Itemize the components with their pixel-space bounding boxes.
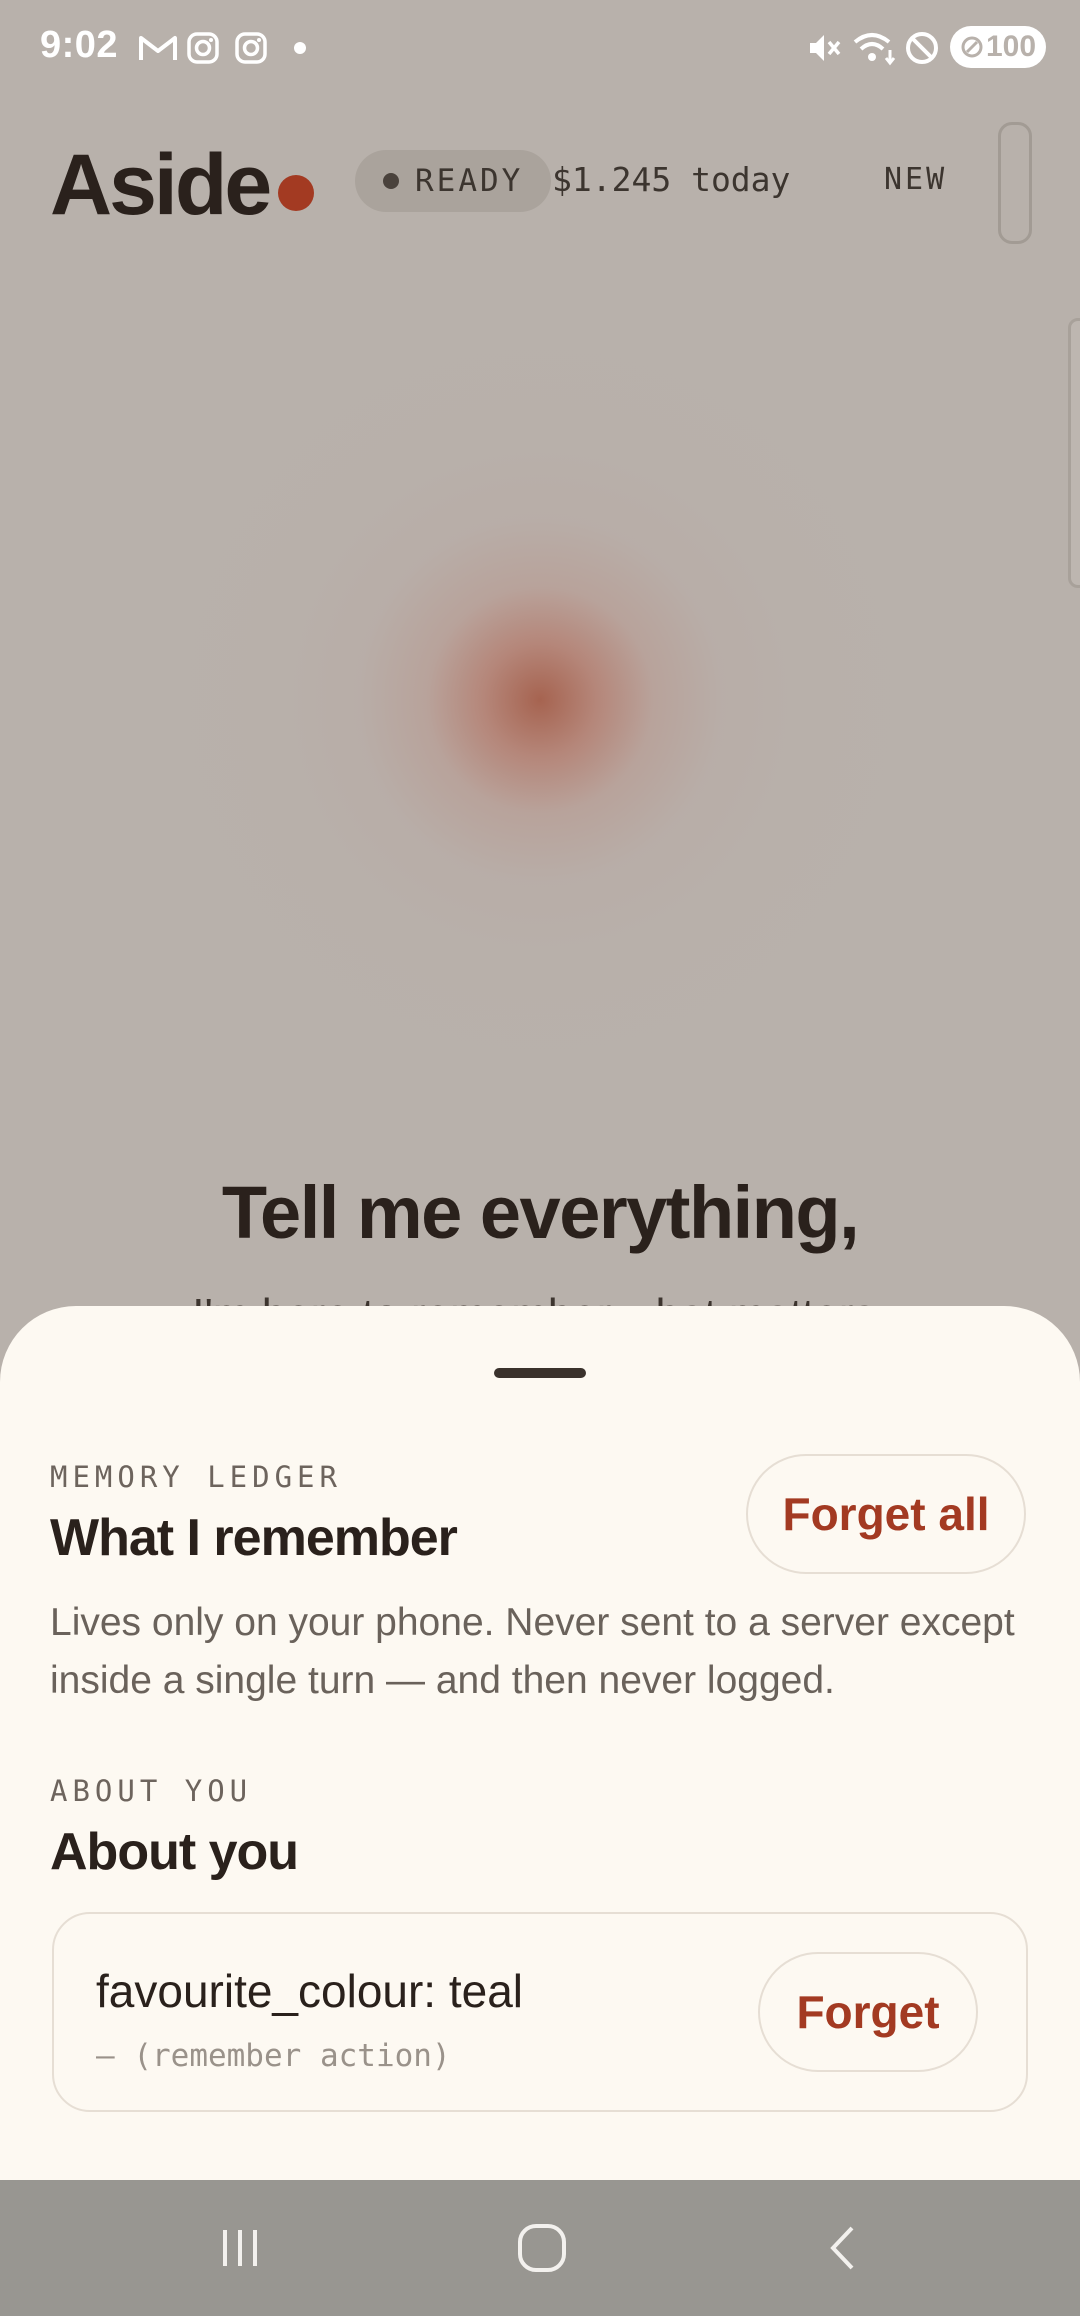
instagram-icon (186, 30, 220, 66)
status-dot-icon (383, 173, 399, 189)
edge-panel-handle[interactable] (1068, 318, 1080, 588)
sheet-description: Lives only on your phone. Never sent to … (50, 1601, 1015, 1702)
status-time: 9:02 (40, 24, 119, 66)
status-badge: READY (355, 150, 551, 212)
memory-source: — (remember action) (96, 2038, 451, 2074)
new-button[interactable]: NEW (884, 162, 947, 197)
section-title: About you (50, 1823, 299, 1881)
sheet-grabber[interactable] (494, 1368, 586, 1378)
voice-orb[interactable] (140, 300, 940, 1100)
sheet-eyebrow: MEMORY LEDGER (50, 1460, 342, 1494)
mute-icon (806, 30, 842, 66)
forget-button[interactable]: Forget (758, 1952, 978, 2072)
battery-level: 100 (985, 30, 1037, 63)
do-not-disturb-icon (904, 30, 940, 66)
headline: Tell me everything, (221, 1171, 860, 1254)
memory-key: favourite_colour: teal (96, 1965, 524, 2017)
forget-all-button[interactable]: Forget all (746, 1454, 1026, 1574)
instagram-icon (234, 30, 268, 66)
status-bar: 9:02 100 (0, 0, 1080, 96)
battery-saver-icon (961, 36, 983, 58)
recording-dot-icon (278, 175, 314, 211)
sheet-title: What I remember (50, 1509, 458, 1567)
home-icon[interactable] (506, 2212, 578, 2284)
menu-button[interactable] (998, 122, 1032, 244)
memory-item: favourite_colour: teal — (remember actio… (52, 1912, 1028, 2112)
gmail-icon (138, 30, 178, 66)
memory-sheet: MEMORY LEDGER What I remember Forget all… (0, 1306, 1080, 2180)
notification-dot-icon (294, 42, 306, 54)
recent-apps-icon[interactable] (204, 2212, 276, 2284)
section-eyebrow: ABOUT YOU (50, 1774, 253, 1808)
app-title: Aside (50, 137, 272, 233)
wifi-icon (852, 30, 898, 66)
status-label: READY (415, 163, 524, 199)
back-icon[interactable] (808, 2212, 880, 2284)
battery-icon: 100 (950, 26, 1046, 68)
navigation-bar (0, 2180, 1080, 2316)
cost-today: $1.245 today (552, 160, 791, 199)
